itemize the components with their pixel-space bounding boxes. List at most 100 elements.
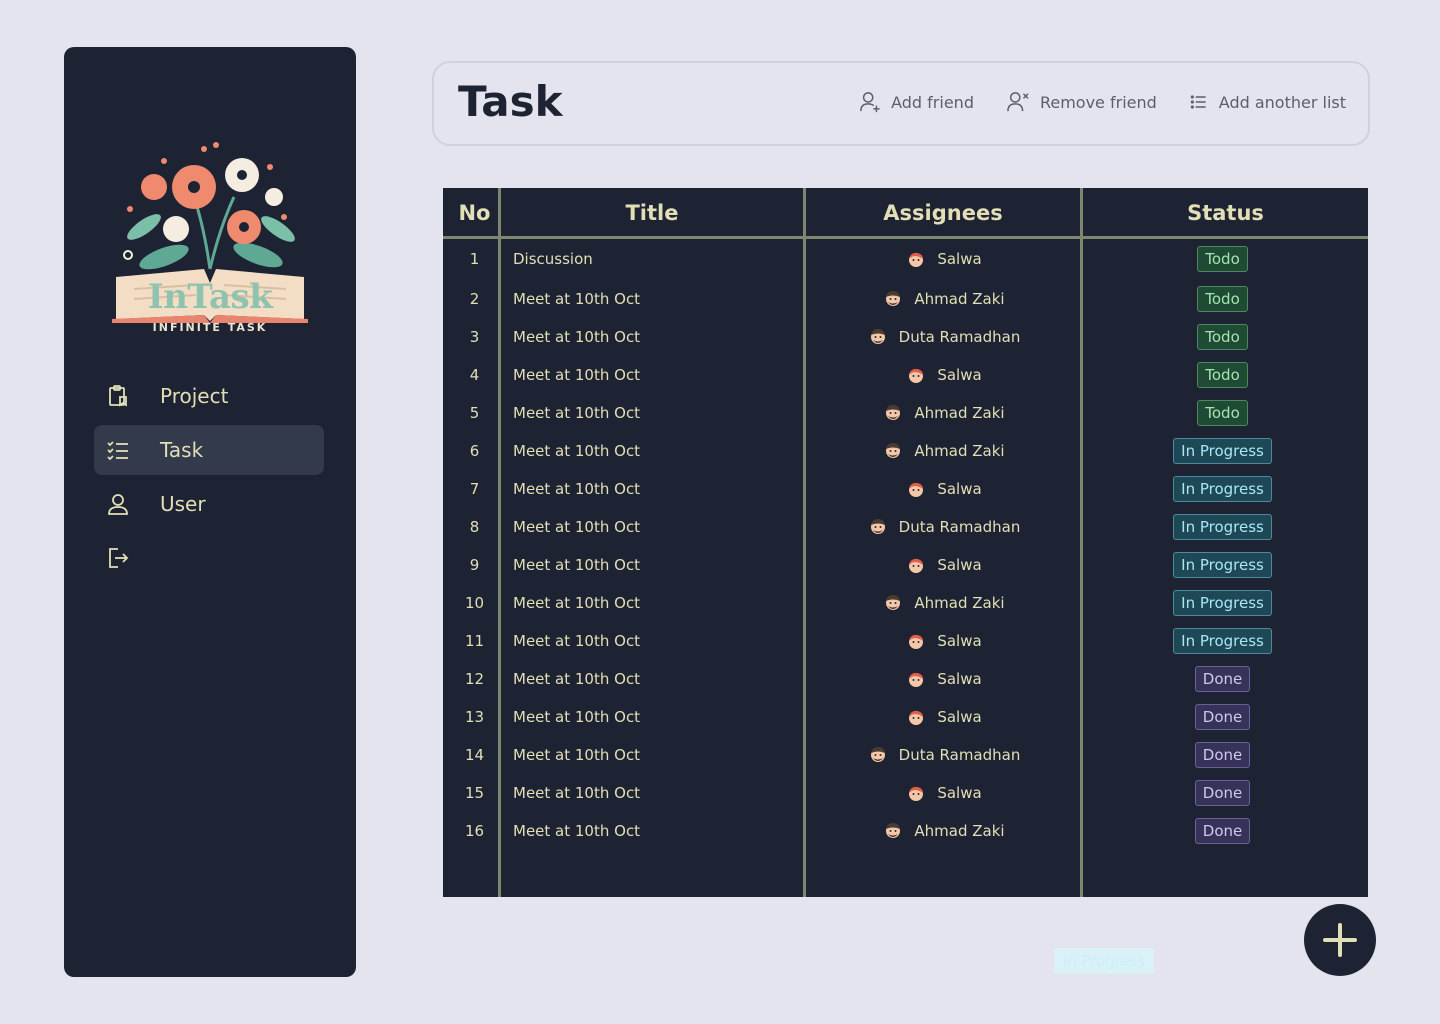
add-task-button[interactable] bbox=[1304, 904, 1376, 976]
row-number: 5 bbox=[469, 404, 480, 422]
assignee-cell[interactable]: Salwa bbox=[808, 470, 1081, 508]
table-row[interactable]: 10 Meet at 10th Oct Ahmad Zaki In Progress bbox=[443, 584, 1368, 622]
task-title[interactable]: Meet at 10th Oct bbox=[513, 432, 803, 470]
column-header-no[interactable]: No bbox=[443, 188, 506, 236]
task-title[interactable]: Meet at 10th Oct bbox=[513, 280, 803, 318]
assignee-name: Salwa bbox=[937, 366, 982, 384]
status-badge[interactable]: Done bbox=[1194, 704, 1251, 730]
assignee-name: Duta Ramadhan bbox=[898, 518, 1021, 536]
task-title[interactable]: Meet at 10th Oct bbox=[513, 698, 803, 736]
column-header-title[interactable]: Title bbox=[501, 188, 803, 236]
task-title[interactable]: Meet at 10th Oct bbox=[513, 546, 803, 584]
add-friend-button[interactable]: Add friend bbox=[859, 91, 974, 113]
column-header-assignees[interactable]: Assignees bbox=[806, 188, 1080, 236]
table-row[interactable]: 3 Meet at 10th Oct Duta Ramadhan Todo bbox=[443, 318, 1368, 356]
status-badge[interactable]: In Progress bbox=[1173, 552, 1272, 578]
sidebar-item-task[interactable]: Task bbox=[94, 425, 324, 475]
status-badge[interactable]: Todo bbox=[1197, 324, 1248, 350]
status-badge[interactable]: In Progress bbox=[1173, 628, 1272, 654]
assignee-cell[interactable]: Salwa bbox=[808, 240, 1081, 278]
status-badge[interactable]: Done bbox=[1194, 666, 1251, 692]
checklist-icon bbox=[106, 438, 130, 462]
assignee-cell[interactable]: Salwa bbox=[808, 356, 1081, 394]
header-actions: Add friend Remove friend Add another lis… bbox=[827, 91, 1346, 113]
table-row[interactable]: 16 Meet at 10th Oct Ahmad Zaki Done bbox=[443, 812, 1368, 850]
assignee-cell[interactable]: Ahmad Zaki bbox=[808, 584, 1081, 622]
status-badge[interactable]: Todo bbox=[1197, 246, 1248, 272]
task-title[interactable]: Meet at 10th Oct bbox=[513, 812, 803, 850]
header-divider bbox=[443, 236, 1368, 239]
table-row[interactable]: 9 Meet at 10th Oct Salwa In Progress bbox=[443, 546, 1368, 584]
task-title[interactable]: Meet at 10th Oct bbox=[513, 508, 803, 546]
table-row[interactable]: 15 Meet at 10th Oct Salwa Done bbox=[443, 774, 1368, 812]
status-cell: Done bbox=[1085, 812, 1360, 850]
status-badge[interactable]: Done bbox=[1194, 780, 1251, 806]
assignee-cell[interactable]: Salwa bbox=[808, 698, 1081, 736]
assignee-cell[interactable]: Salwa bbox=[808, 660, 1081, 698]
status-badge[interactable]: Todo bbox=[1197, 362, 1248, 388]
avatar-icon bbox=[909, 482, 924, 497]
task-title[interactable]: Meet at 10th Oct bbox=[513, 774, 803, 812]
sidebar-item-logout[interactable] bbox=[94, 533, 324, 583]
task-title[interactable]: Meet at 10th Oct bbox=[513, 356, 803, 394]
sidebar-item-label: User bbox=[160, 492, 206, 516]
task-title[interactable]: Meet at 10th Oct bbox=[513, 660, 803, 698]
assignee-cell[interactable]: Salwa bbox=[808, 774, 1081, 812]
assignee-name: Salwa bbox=[937, 670, 982, 688]
status-cell: In Progress bbox=[1085, 432, 1360, 470]
add-another-list-button[interactable]: Add another list bbox=[1189, 92, 1346, 112]
table-row[interactable]: 2 Meet at 10th Oct Ahmad Zaki Todo bbox=[443, 280, 1368, 318]
column-header-status[interactable]: Status bbox=[1083, 188, 1368, 236]
status-badge[interactable]: Todo bbox=[1197, 400, 1248, 426]
assignee-name: Salwa bbox=[937, 784, 982, 802]
table-row[interactable]: 13 Meet at 10th Oct Salwa Done bbox=[443, 698, 1368, 736]
task-title[interactable]: Meet at 10th Oct bbox=[513, 736, 803, 774]
status-cell: Done bbox=[1085, 660, 1360, 698]
avatar-icon bbox=[886, 823, 901, 838]
remove-friend-button[interactable]: Remove friend bbox=[1006, 91, 1157, 113]
user-icon bbox=[106, 492, 130, 516]
task-title[interactable]: Meet at 10th Oct bbox=[513, 318, 803, 356]
task-title[interactable]: Meet at 10th Oct bbox=[513, 394, 803, 432]
table-row[interactable]: 6 Meet at 10th Oct Ahmad Zaki In Progress bbox=[443, 432, 1368, 470]
task-title[interactable]: Discussion bbox=[513, 240, 803, 278]
assignee-cell[interactable]: Duta Ramadhan bbox=[808, 318, 1081, 356]
status-badge[interactable]: In Progress bbox=[1173, 438, 1272, 464]
avatar-icon bbox=[886, 291, 901, 306]
table-row[interactable]: 11 Meet at 10th Oct Salwa In Progress bbox=[443, 622, 1368, 660]
assignee-cell[interactable]: Salwa bbox=[808, 622, 1081, 660]
assignee-cell[interactable]: Ahmad Zaki bbox=[808, 432, 1081, 470]
assignee-cell[interactable]: Ahmad Zaki bbox=[808, 812, 1081, 850]
assignee-name: Duta Ramadhan bbox=[898, 328, 1021, 346]
assignee-name: Duta Ramadhan bbox=[898, 746, 1021, 764]
list-icon bbox=[1190, 95, 1206, 109]
status-badge[interactable]: Todo bbox=[1197, 286, 1248, 312]
table-row[interactable]: 4 Meet at 10th Oct Salwa Todo bbox=[443, 356, 1368, 394]
table-row[interactable]: 7 Meet at 10th Oct Salwa In Progress bbox=[443, 470, 1368, 508]
sidebar-item-user[interactable]: User bbox=[94, 479, 324, 529]
status-badge[interactable]: In Progress bbox=[1173, 476, 1272, 502]
status-badge[interactable]: In Progress bbox=[1173, 514, 1272, 540]
user-plus-icon bbox=[860, 92, 880, 113]
task-title[interactable]: Meet at 10th Oct bbox=[513, 622, 803, 660]
table-row[interactable]: 8 Meet at 10th Oct Duta Ramadhan In Progres… bbox=[443, 508, 1368, 546]
assignee-cell[interactable]: Ahmad Zaki bbox=[808, 280, 1081, 318]
assignee-cell[interactable]: Salwa bbox=[808, 546, 1081, 584]
assignee-cell[interactable]: Duta Ramadhan bbox=[808, 736, 1081, 774]
table-row[interactable]: 14 Meet at 10th Oct Duta Ramadhan Done bbox=[443, 736, 1368, 774]
avatar-icon bbox=[909, 252, 924, 267]
status-badge[interactable]: Done bbox=[1194, 742, 1251, 768]
assignee-cell[interactable]: Ahmad Zaki bbox=[808, 394, 1081, 432]
sidebar-item-project[interactable]: Project bbox=[94, 371, 324, 421]
sidebar: InTask INFINITE TASK Project Task User bbox=[64, 47, 356, 977]
status-badge[interactable]: Done bbox=[1194, 818, 1251, 844]
row-number: 14 bbox=[464, 746, 485, 764]
row-number: 10 bbox=[464, 594, 485, 612]
task-title[interactable]: Meet at 10th Oct bbox=[513, 584, 803, 622]
table-row[interactable]: 1 Discussion Salwa Todo bbox=[443, 240, 1368, 278]
table-row[interactable]: 5 Meet at 10th Oct Ahmad Zaki Todo bbox=[443, 394, 1368, 432]
task-title[interactable]: Meet at 10th Oct bbox=[513, 470, 803, 508]
status-badge[interactable]: In Progress bbox=[1173, 590, 1272, 616]
table-row[interactable]: 12 Meet at 10th Oct Salwa Done bbox=[443, 660, 1368, 698]
assignee-cell[interactable]: Duta Ramadhan bbox=[808, 508, 1081, 546]
